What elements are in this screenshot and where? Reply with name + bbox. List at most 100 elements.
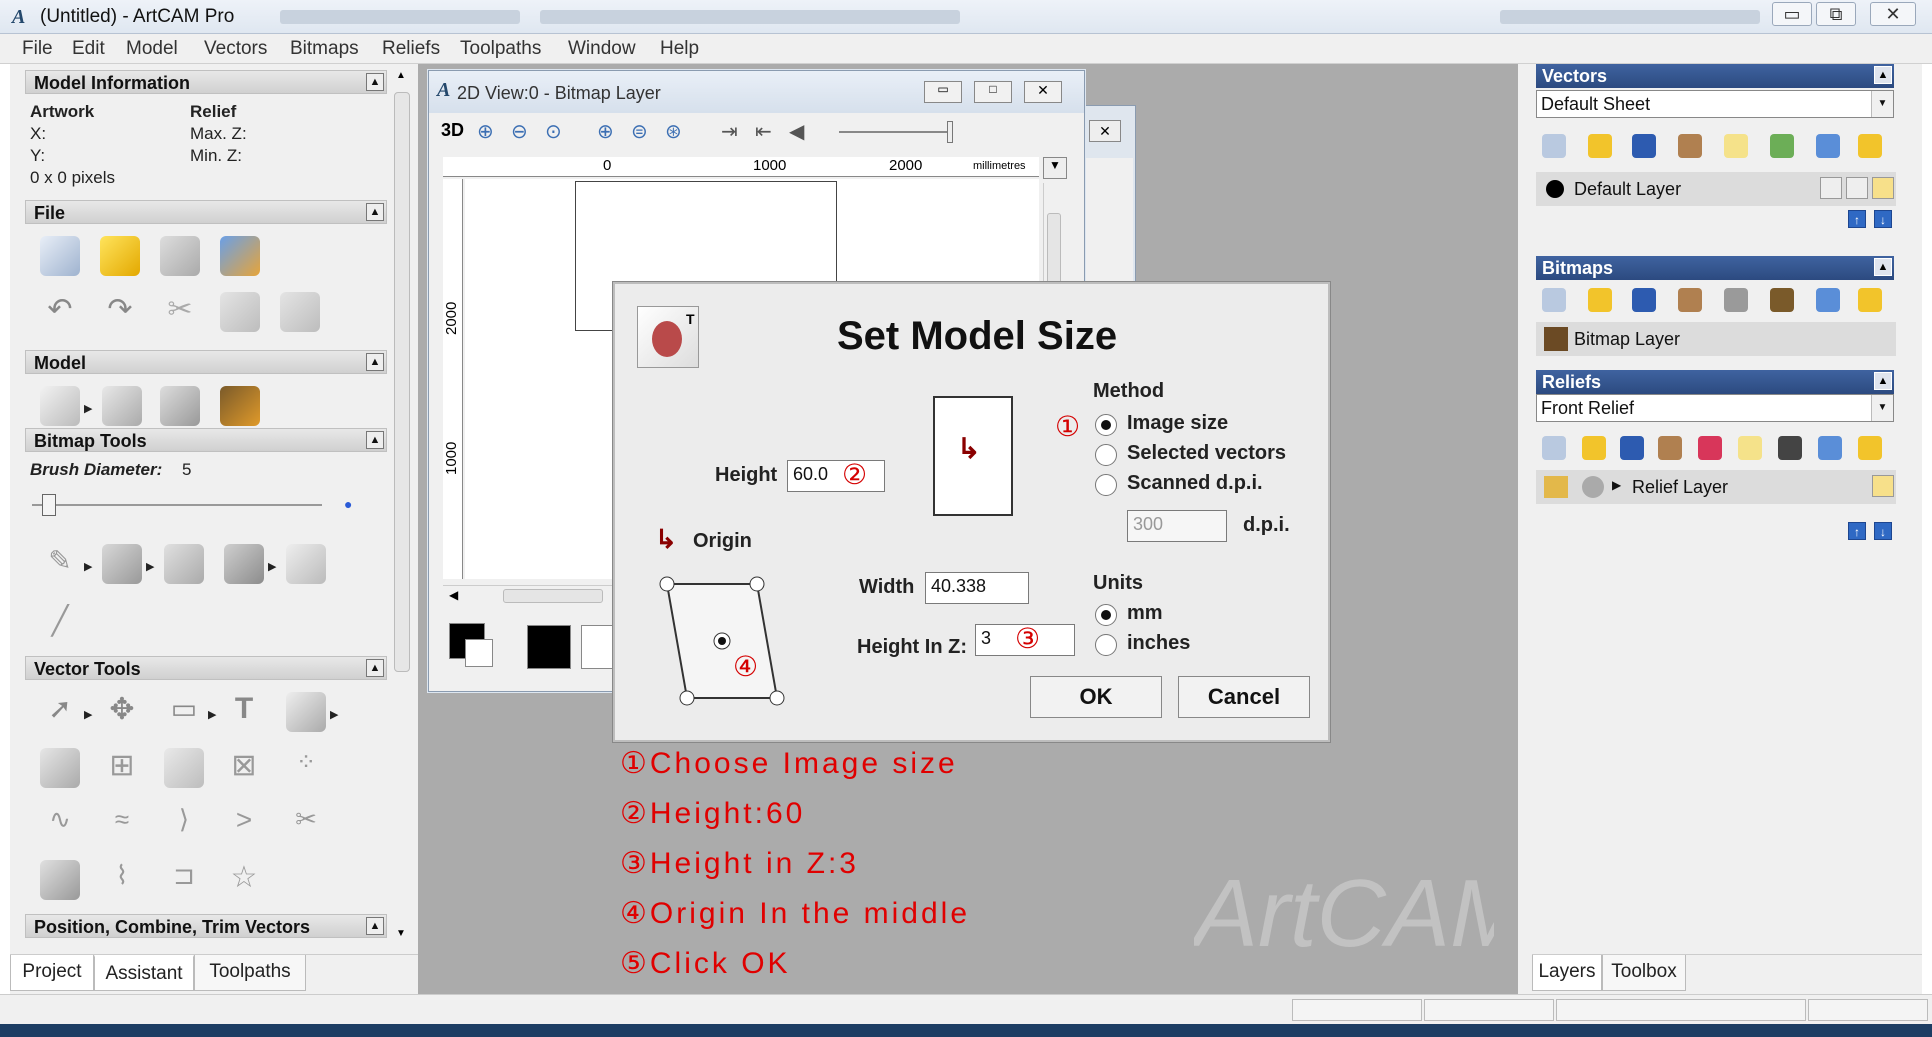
save-icon[interactable]: [160, 236, 200, 276]
method-selected-vectors-radio[interactable]: [1095, 444, 1117, 466]
copy-icon[interactable]: [220, 292, 260, 332]
select-arrow-icon[interactable]: ➚: [40, 692, 80, 732]
save-layer-icon[interactable]: [1632, 288, 1656, 312]
vector-tools-header[interactable]: Vector Tools ▲: [25, 656, 387, 680]
bitmap-outline-icon[interactable]: [286, 544, 326, 584]
tab-project[interactable]: Project: [10, 955, 94, 991]
line-tool-icon[interactable]: ╱: [40, 604, 80, 644]
vectors-header[interactable]: Vectors ▲: [1536, 64, 1894, 88]
open-layer-icon[interactable]: [1588, 288, 1612, 312]
menu-vectors[interactable]: Vectors: [204, 38, 267, 60]
wrap-icon[interactable]: [286, 692, 326, 732]
model-resolution-icon[interactable]: [102, 386, 142, 426]
brush-slider-thumb[interactable]: [42, 494, 56, 516]
view-minimize-button[interactable]: ▭: [924, 81, 962, 103]
layer-color-swatch[interactable]: [1546, 180, 1564, 198]
minimize-button[interactable]: ▭: [1772, 2, 1812, 26]
method-image-size-radio[interactable]: [1095, 414, 1117, 436]
text-block-icon[interactable]: [164, 748, 204, 788]
smooth-icon[interactable]: ∿: [40, 804, 80, 844]
flyout-arrow-icon[interactable]: ▶: [84, 560, 92, 573]
menu-toolpaths[interactable]: Toolpaths: [460, 38, 541, 60]
3d-view-button[interactable]: 3D: [441, 120, 464, 141]
collapse-icon[interactable]: ▲: [1874, 66, 1892, 84]
align-icon[interactable]: ⌇: [102, 860, 142, 900]
expand-arrow-icon[interactable]: ▶: [1612, 478, 1621, 492]
reverse-icon[interactable]: ◀: [789, 119, 804, 144]
move-up-icon[interactable]: ↑: [1848, 210, 1866, 228]
light-icon[interactable]: [1724, 134, 1748, 158]
zoom-previous-icon[interactable]: ⊜: [631, 119, 648, 144]
set-model-size-icon[interactable]: [40, 386, 80, 426]
model-texture-icon[interactable]: [160, 386, 200, 426]
menu-window[interactable]: Window: [568, 38, 636, 60]
paste-icon[interactable]: [280, 292, 320, 332]
tab-layers[interactable]: Layers: [1532, 955, 1602, 991]
save-layer-icon[interactable]: [1620, 436, 1644, 460]
rectangle-icon[interactable]: ▭: [164, 692, 204, 732]
flyout-arrow-icon[interactable]: ▶: [84, 402, 92, 415]
merge-icon[interactable]: [1770, 134, 1794, 158]
move-up-icon[interactable]: ↑: [1848, 522, 1866, 540]
duplicate-layer-icon[interactable]: [1678, 288, 1702, 312]
bitmap-shape-icon[interactable]: [224, 544, 264, 584]
background-color-swatch[interactable]: [465, 639, 493, 667]
file-header[interactable]: File ▲: [25, 200, 387, 224]
grey-layer-icon[interactable]: [1724, 288, 1748, 312]
cylinder-icon[interactable]: [40, 860, 80, 900]
scroll-down-icon[interactable]: ▼: [396, 928, 406, 939]
collapse-icon[interactable]: ▲: [366, 73, 384, 91]
relief-merge-icon[interactable]: [1698, 436, 1722, 460]
new-file-icon[interactable]: [40, 236, 80, 276]
collapse-icon[interactable]: ▲: [1874, 372, 1892, 390]
move-down-icon[interactable]: ↓: [1874, 210, 1892, 228]
height-input[interactable]: 60.0: [787, 460, 885, 492]
menu-edit[interactable]: Edit: [72, 38, 105, 60]
units-mm-radio[interactable]: [1095, 604, 1117, 626]
origin-selector[interactable]: [653, 574, 813, 714]
pencil-icon[interactable]: ✎: [40, 544, 80, 584]
position-combine-trim-header[interactable]: Position, Combine, Trim Vectors ▲: [25, 914, 387, 938]
visibility-icon[interactable]: [1858, 436, 1882, 460]
collapse-icon[interactable]: ▲: [366, 917, 384, 935]
tab-assistant[interactable]: Assistant: [94, 955, 194, 991]
save-layer-icon[interactable]: [1632, 134, 1656, 158]
flyout-arrow-icon[interactable]: ▶: [330, 708, 338, 721]
mirror-icon[interactable]: ⊐: [164, 860, 204, 900]
settings-wizard-icon[interactable]: [220, 236, 260, 276]
duplicate-layer-icon[interactable]: [1658, 436, 1682, 460]
delete-icon[interactable]: [1818, 436, 1842, 460]
default-layer-row[interactable]: Default Layer: [1536, 172, 1896, 206]
star-icon[interactable]: ☆: [224, 860, 264, 900]
image-layer-icon[interactable]: [1770, 288, 1794, 312]
view-maximize-button[interactable]: □: [974, 81, 1012, 103]
relief-layer-row[interactable]: ▶ Relief Layer: [1536, 470, 1896, 504]
fill-icon[interactable]: [102, 544, 142, 584]
chevron-icon[interactable]: >: [224, 804, 264, 844]
visibility-icon[interactable]: [1858, 134, 1882, 158]
menu-reliefs[interactable]: Reliefs: [382, 38, 440, 60]
model-header[interactable]: Model ▲: [25, 350, 387, 374]
new-layer-icon[interactable]: [1542, 134, 1566, 158]
scroll-thumb[interactable]: [394, 92, 410, 672]
visibility-icon[interactable]: [1858, 288, 1882, 312]
relief-combine-icon[interactable]: [1582, 476, 1604, 498]
zoom-window-icon[interactable]: ⊕: [597, 119, 614, 144]
ok-button[interactable]: OK: [1030, 676, 1162, 718]
menu-model[interactable]: Model: [126, 38, 178, 60]
add-vector-icon[interactable]: ⊞: [102, 748, 142, 788]
light-icon[interactable]: [1738, 436, 1762, 460]
eyedropper-icon[interactable]: [164, 544, 204, 584]
color-palette-black[interactable]: [527, 625, 571, 669]
transform-icon[interactable]: ✥: [102, 692, 142, 732]
bitmap-layer-row[interactable]: Bitmap Layer: [1536, 322, 1896, 356]
close-icon[interactable]: ✕: [1089, 120, 1121, 142]
relief-select[interactable]: Front Relief ▼: [1536, 394, 1894, 422]
bitmap-tools-header[interactable]: Bitmap Tools ▲: [25, 428, 387, 452]
scissors-icon[interactable]: ✂: [286, 804, 326, 844]
reliefs-header[interactable]: Reliefs ▲: [1536, 370, 1894, 394]
origin-corner-bottom-right[interactable]: [769, 690, 785, 706]
zoom-out-icon[interactable]: ⊖: [511, 119, 528, 144]
units-inches-radio[interactable]: [1095, 634, 1117, 656]
close-button[interactable]: ✕: [1870, 2, 1916, 26]
